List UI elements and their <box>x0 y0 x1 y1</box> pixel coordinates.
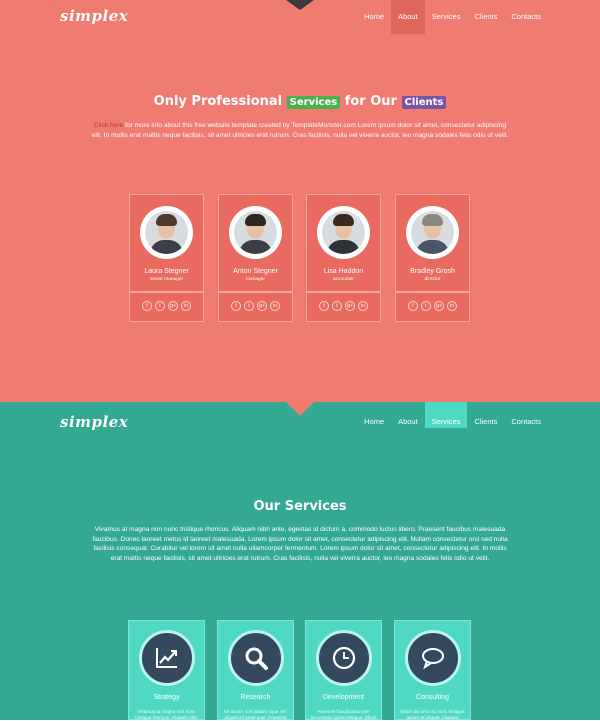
person-name: Laura Stegner <box>144 268 189 275</box>
twitter-icon[interactable]: t <box>332 301 342 311</box>
person-name: Lisa Haddon <box>323 268 364 275</box>
card-divider <box>219 291 292 293</box>
card-divider <box>307 291 380 293</box>
google-plus-icon[interactable]: g+ <box>257 301 267 311</box>
chat-icon <box>405 630 461 686</box>
facebook-icon[interactable]: f <box>231 301 241 311</box>
about-section: simplex Home About Services Clients Cont… <box>0 0 600 402</box>
about-intro: Click here for more info about this free… <box>90 121 510 140</box>
social-links: f t g+ in <box>396 301 469 311</box>
services-heading: Our Services <box>253 499 347 514</box>
linkedin-icon[interactable]: in <box>447 301 457 311</box>
menu-home[interactable]: Home <box>357 0 391 34</box>
person-role: manager <box>246 277 265 282</box>
card-divider <box>130 291 203 293</box>
menu-home[interactable]: Home <box>357 402 391 442</box>
logo[interactable]: simplex <box>60 413 128 431</box>
team-card: Lisa Haddon accounter f t g+ in <box>306 194 381 322</box>
logo[interactable]: simplex <box>60 7 128 25</box>
person-name: Bradley Grosh <box>410 268 455 275</box>
services-text: Vivamus at magna non nunc tristique rhon… <box>92 526 508 562</box>
about-heading: Only Professional Services for Our Clien… <box>0 94 600 109</box>
twitter-icon[interactable]: t <box>155 301 165 311</box>
services-section: simplex Home About Services Clients Cont… <box>0 402 600 720</box>
facebook-icon[interactable]: f <box>142 301 152 311</box>
twitter-icon[interactable]: t <box>244 301 254 311</box>
services-nav: simplex Home About Services Clients Cont… <box>0 402 600 436</box>
service-card[interactable]: Research Ite auctor non jadiam oque vel,… <box>217 620 294 720</box>
google-plus-icon[interactable]: g+ <box>434 301 444 311</box>
menu-clients[interactable]: Clients <box>467 402 504 442</box>
linkedin-icon[interactable]: in <box>358 301 368 311</box>
team-card: Bradley Grosh director f t g+ in <box>395 194 470 322</box>
linkedin-icon[interactable]: in <box>181 301 191 311</box>
search-icon <box>228 630 284 686</box>
services-menu: Home About Services Clients Contacts <box>357 402 548 442</box>
service-card[interactable]: Consulting Etiam dui arcu ac nunc tristi… <box>394 620 471 720</box>
about-menu: Home About Services Clients Contacts <box>357 0 548 34</box>
service-text: Ite auctor non jadiam oque vel, aliquet … <box>224 709 287 720</box>
facebook-icon[interactable]: f <box>408 301 418 311</box>
social-links: f t g+ in <box>307 301 380 311</box>
person-name: Anton Stegner <box>233 268 278 275</box>
twitter-icon[interactable]: t <box>421 301 431 311</box>
heading-middle: for Our <box>344 94 397 109</box>
person-role: accounter <box>332 277 355 282</box>
menu-about[interactable]: About <box>391 0 425 34</box>
service-text: Vivamus at magna non nunc tristique rhon… <box>135 709 198 720</box>
menu-about[interactable]: About <box>391 402 425 442</box>
menu-contacts[interactable]: Contacts <box>504 0 548 34</box>
intro-text: for more info about this free website te… <box>91 122 509 139</box>
service-name: Strategy <box>153 694 180 701</box>
service-name: Consulting <box>415 694 450 701</box>
avatar <box>317 206 370 259</box>
service-card[interactable]: Strategy Vivamus at magna non nunc trist… <box>128 620 205 720</box>
chart-icon <box>139 630 195 686</box>
avatar <box>140 206 193 259</box>
person-role: senior manager <box>149 277 184 282</box>
person-role: director <box>424 277 441 282</box>
service-text: Praesent faucibusaru ater accumsam ignas… <box>310 709 377 720</box>
about-nav: simplex Home About Services Clients Cont… <box>0 0 600 34</box>
menu-services[interactable]: Services <box>424 402 468 428</box>
google-plus-icon[interactable]: g+ <box>345 301 355 311</box>
facebook-icon[interactable]: f <box>319 301 329 311</box>
clients-tag: Clients <box>401 96 447 109</box>
heading-prefix: Only Professional <box>153 94 283 109</box>
services-tag: Services <box>286 96 341 109</box>
click-here-link[interactable]: Click here <box>94 122 123 129</box>
social-links: f t g+ in <box>130 301 203 311</box>
google-plus-icon[interactable]: g+ <box>168 301 178 311</box>
avatar <box>229 206 282 259</box>
team-card: Laura Stegner senior manager f t g+ in <box>129 194 204 322</box>
menu-clients[interactable]: Clients <box>467 0 504 34</box>
service-card[interactable]: Development Praesent faucibusaru ater ac… <box>305 620 382 720</box>
clock-icon <box>316 630 372 686</box>
menu-contacts[interactable]: Contacts <box>504 402 548 442</box>
service-text: Etiam dui arcu ac nunc tristique ipsum s… <box>400 709 465 720</box>
linkedin-icon[interactable]: in <box>270 301 280 311</box>
social-links: f t g+ in <box>219 301 292 311</box>
team-card: Anton Stegner manager f t g+ in <box>218 194 293 322</box>
avatar <box>406 206 459 259</box>
service-name: Development <box>322 694 365 701</box>
card-divider <box>396 291 469 293</box>
menu-services[interactable]: Services <box>425 0 468 34</box>
service-name: Research <box>240 694 271 701</box>
